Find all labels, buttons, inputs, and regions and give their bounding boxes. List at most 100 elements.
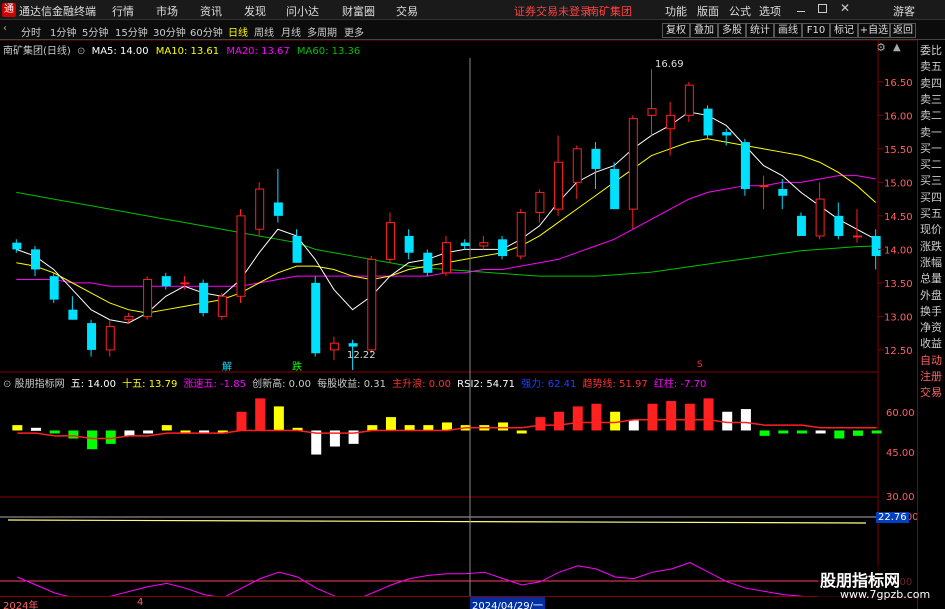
menu-ask[interactable]: 问小达 xyxy=(286,3,319,19)
period-tab-60min[interactable]: 60分钟 xyxy=(190,24,223,39)
side-panel-item[interactable]: 外盘 xyxy=(920,287,945,303)
price-tick-label: 12.50 xyxy=(884,346,913,357)
menu-function[interactable]: 功能 xyxy=(665,3,687,19)
kline-chart[interactable]: 16.50 16.00 15.50 15.00 14.50 14.00 13.50 13.00… xyxy=(0,40,917,609)
maximize-icon[interactable] xyxy=(818,4,827,13)
period-tab-weekly[interactable]: 周线 xyxy=(254,24,274,39)
candle-body-up xyxy=(217,295,227,317)
indicator-bar xyxy=(796,430,807,434)
side-panel-item[interactable]: 卖一 xyxy=(920,124,945,140)
menu-discover[interactable]: 发现 xyxy=(244,3,266,19)
back-button[interactable]: 返回 xyxy=(890,23,916,38)
close-icon[interactable]: ✕ xyxy=(840,1,850,15)
candle-body-down xyxy=(404,235,414,253)
period-tab-realtime[interactable]: 分时 xyxy=(21,24,41,39)
side-panel-item[interactable]: 总量 xyxy=(920,270,945,286)
menu-news[interactable]: 资讯 xyxy=(200,3,222,19)
side-panel-item[interactable]: 卖二 xyxy=(920,107,945,123)
price-tick-label: 15.50 xyxy=(884,145,913,156)
candle-body-up xyxy=(442,242,451,274)
candle-body-up xyxy=(367,258,377,351)
menu-options[interactable]: 选项 xyxy=(759,3,781,19)
period-tab-15min[interactable]: 15分钟 xyxy=(115,24,148,39)
time-axis-month: 4 xyxy=(137,597,144,608)
side-panel-item[interactable]: 委比 xyxy=(920,42,945,58)
indicator-bar xyxy=(161,425,172,431)
mark-button[interactable]: 标记 xyxy=(830,23,858,38)
period-tab-30min[interactable]: 30分钟 xyxy=(153,24,186,39)
side-panel-item[interactable]: 交易 xyxy=(920,384,945,400)
indicator-bar xyxy=(12,425,23,431)
expand-left-icon[interactable]: ‹ xyxy=(3,23,7,34)
menu-market[interactable]: 市场 xyxy=(156,3,178,19)
side-panel-item[interactable]: 涨跌 xyxy=(920,238,945,254)
candle-body-up xyxy=(124,315,134,321)
menu-formula[interactable]: 公式 xyxy=(729,3,751,19)
candle-body-up xyxy=(647,108,657,116)
indicator-bar xyxy=(236,411,247,431)
period-tab-5min[interactable]: 5分钟 xyxy=(82,24,108,39)
period-tab-monthly[interactable]: 月线 xyxy=(281,24,301,39)
indicator-bar xyxy=(49,430,60,434)
login-status[interactable]: 证券交易未登录 xyxy=(514,3,591,19)
indicator-bar xyxy=(852,430,863,436)
candle-body-down xyxy=(273,202,283,216)
side-panel-item[interactable]: 买三 xyxy=(920,172,945,188)
candle-body-down xyxy=(348,343,358,347)
menu-layout[interactable]: 版面 xyxy=(697,3,719,19)
candle-body-down xyxy=(311,282,321,354)
side-panel-item[interactable]: 自动 xyxy=(920,352,945,368)
side-panel-item[interactable]: 买二 xyxy=(920,156,945,172)
side-panel-item[interactable]: 净资 xyxy=(920,319,945,335)
indicator-bar xyxy=(666,401,677,431)
period-tab-multi[interactable]: 多周期 xyxy=(307,24,337,39)
price-tick-label: 15.00 xyxy=(884,178,913,189)
side-panel-item[interactable]: 卖五 xyxy=(920,58,945,74)
side-panel-item[interactable]: 收益 xyxy=(920,335,945,351)
indicator-bar xyxy=(647,403,658,431)
menu-trade[interactable]: 交易 xyxy=(396,3,418,19)
period-tab-daily[interactable]: 日线 xyxy=(228,24,248,39)
candle-body-down xyxy=(871,235,881,257)
add-watchlist-button[interactable]: +自选 xyxy=(858,23,890,38)
restore-rights-button[interactable]: 复权 xyxy=(662,23,690,38)
minimize-icon[interactable] xyxy=(797,4,805,12)
unlock-marker: 解 xyxy=(222,362,232,373)
time-axis: 2024年 4 2024/04/29/一 xyxy=(0,596,917,609)
side-panel-item[interactable]: 买四 xyxy=(920,189,945,205)
indicator-bar xyxy=(740,409,751,431)
side-panel-item[interactable]: 现价 xyxy=(920,221,945,237)
overlay-button[interactable]: 叠加 xyxy=(690,23,718,38)
indicator-bar xyxy=(759,430,770,436)
f10-button[interactable]: F10 xyxy=(802,23,830,38)
side-panel-item[interactable]: 涨幅 xyxy=(920,254,945,270)
indicator-bar xyxy=(834,430,845,439)
indicator-tick-label: 60.00 xyxy=(886,408,915,419)
indicator-bar xyxy=(516,430,527,434)
side-panel-item[interactable]: 卖三 xyxy=(920,91,945,107)
statistics-button[interactable]: 统计 xyxy=(746,23,774,38)
indicator-bar xyxy=(87,430,98,450)
candle-body-up xyxy=(535,191,545,213)
draw-line-button[interactable]: 画线 xyxy=(774,23,802,38)
side-panel-item[interactable]: 卖四 xyxy=(920,75,945,91)
indicator-bar xyxy=(871,430,882,434)
multi-stock-button[interactable]: 多股 xyxy=(718,23,746,38)
menu-bar: 通 通达信金融终端 行情 市场 资讯 发现 问小达 财富圈 交易 证券交易未登录… xyxy=(0,0,945,20)
menu-wealth[interactable]: 财富圈 xyxy=(342,3,375,19)
candle-body-down xyxy=(68,309,78,320)
menu-quotes[interactable]: 行情 xyxy=(112,3,134,19)
time-cursor-label: 2024/04/29/一 xyxy=(470,597,546,609)
period-tab-more[interactable]: 更多 xyxy=(344,24,364,39)
flat-line xyxy=(7,519,867,524)
period-tab-1min[interactable]: 1分钟 xyxy=(50,24,76,39)
candle-body-down xyxy=(87,323,97,350)
guest-label[interactable]: 游客 xyxy=(893,3,915,19)
indicator-tick-label: 30.00 xyxy=(886,492,915,503)
side-panel-item[interactable]: 换手 xyxy=(920,303,945,319)
candle-body-down xyxy=(292,235,302,263)
side-panel-item[interactable]: 注册 xyxy=(920,368,945,384)
candle-body-up xyxy=(759,185,769,188)
side-panel-item[interactable]: 买一 xyxy=(920,140,945,156)
side-panel-item[interactable]: 买五 xyxy=(920,205,945,221)
